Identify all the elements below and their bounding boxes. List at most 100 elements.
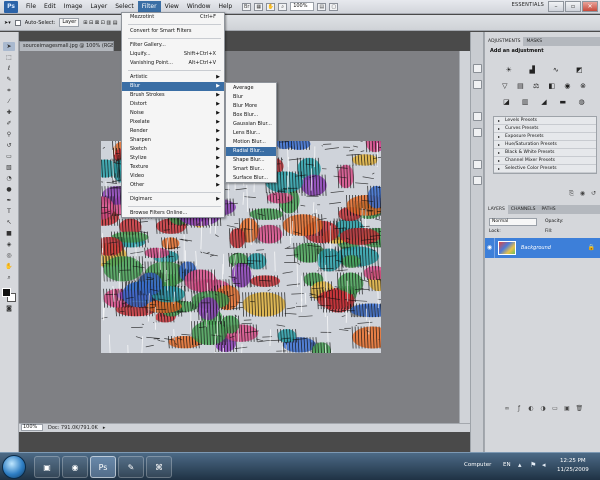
zoom-tool-icon[interactable]: ⌕ bbox=[3, 273, 15, 282]
menu-item-filter-gallery[interactable]: Filter Gallery... bbox=[122, 41, 224, 50]
visibility-icon[interactable]: ◉ bbox=[579, 190, 586, 197]
preset-black-white[interactable]: Black & White Presets bbox=[494, 149, 596, 157]
maximize-icon[interactable]: ▫ bbox=[565, 1, 581, 12]
zoom-level-field[interactable]: 100% bbox=[290, 2, 315, 11]
menu-file[interactable]: File bbox=[22, 1, 40, 13]
black-white-icon[interactable]: ◧ bbox=[547, 82, 556, 91]
blur-item-lens-blur[interactable]: Lens Blur... bbox=[226, 129, 276, 138]
lasso-tool-icon[interactable]: ℓ bbox=[3, 64, 15, 73]
document-tab[interactable]: sourceimagesmall.jpg @ 100% (RGB/8#) bbox=[19, 41, 114, 51]
menu-item-render[interactable]: Render ▶ bbox=[122, 127, 224, 136]
blur-item-smart-blur[interactable]: Smart Blur... bbox=[226, 165, 276, 174]
exposure-icon[interactable]: ◩ bbox=[575, 66, 584, 75]
paragraph-panel-icon[interactable] bbox=[473, 128, 482, 137]
preset-channel-mixer[interactable]: Channel Mixer Presets bbox=[494, 157, 596, 165]
quick-select-tool-icon[interactable]: ✎ bbox=[3, 75, 15, 84]
history-brush-tool-icon[interactable]: ↺ bbox=[3, 141, 15, 150]
status-arrow-icon[interactable]: ▸ bbox=[103, 425, 106, 431]
new-layer-icon[interactable]: ▣ bbox=[564, 405, 571, 412]
flag-tray-icon[interactable]: ⚑ bbox=[530, 461, 536, 469]
clock-time[interactable]: 12:25 PM bbox=[560, 458, 586, 464]
menu-item-noise[interactable]: Noise ▶ bbox=[122, 109, 224, 118]
close-icon[interactable]: ✕ bbox=[582, 1, 598, 12]
menu-item-liquify[interactable]: Liquify... Shift+Ctrl+X bbox=[122, 50, 224, 59]
menu-item-distort[interactable]: Distort ▶ bbox=[122, 100, 224, 109]
selective-color-icon[interactable]: ◍ bbox=[577, 98, 586, 107]
blur-item-average[interactable]: Average bbox=[226, 84, 276, 93]
volume-tray-icon[interactable]: ◂ bbox=[542, 461, 546, 469]
preset-curves[interactable]: Curves Presets bbox=[494, 125, 596, 133]
curves-icon[interactable]: ∿ bbox=[551, 66, 560, 75]
status-zoom-field[interactable]: 100% bbox=[21, 424, 43, 431]
preset-selective-color[interactable]: Selective Color Presets bbox=[494, 165, 596, 173]
brightness-contrast-icon[interactable]: ☀ bbox=[504, 66, 513, 75]
delete-layer-icon[interactable]: 🗑 bbox=[576, 405, 584, 412]
blur-item-gaussian-blur[interactable]: Gaussian Blur... bbox=[226, 120, 276, 129]
menu-select[interactable]: Select bbox=[111, 1, 138, 13]
adjustment-layer-icon[interactable]: ◑ bbox=[540, 405, 547, 412]
path-selection-tool-icon[interactable]: ↖ bbox=[3, 218, 15, 227]
clone-stamp-tool-icon[interactable]: ⚲ bbox=[3, 130, 15, 139]
menu-filter[interactable]: Filter bbox=[137, 0, 161, 13]
reset-icon[interactable]: ↺ bbox=[590, 190, 597, 197]
menu-item-stylize[interactable]: Stylize ▶ bbox=[122, 154, 224, 163]
gradient-tool-icon[interactable]: ▧ bbox=[3, 163, 15, 172]
color-swatches[interactable] bbox=[2, 288, 16, 302]
clock-date[interactable]: 11/25/2009 bbox=[557, 467, 589, 473]
blur-item-blur-more[interactable]: Blur More bbox=[226, 102, 276, 111]
color-balance-icon[interactable]: ⚖ bbox=[532, 82, 541, 91]
blur-item-motion-blur[interactable]: Motion Blur... bbox=[226, 138, 276, 147]
blur-item-surface-blur[interactable]: Surface Blur... bbox=[226, 174, 276, 183]
new-group-icon[interactable]: ▭ bbox=[552, 405, 559, 412]
blend-mode-dropdown[interactable]: Normal bbox=[489, 218, 537, 226]
tab-masks[interactable]: MASKS bbox=[523, 37, 545, 46]
preset-exposure[interactable]: Exposure Presets bbox=[494, 133, 596, 141]
menu-item-brush-strokes[interactable]: Brush Strokes ▶ bbox=[122, 91, 224, 100]
menu-item-convert-smart-filters[interactable]: Convert for Smart Filters bbox=[122, 27, 224, 36]
clip-icon[interactable]: ⎘ bbox=[568, 190, 575, 197]
auto-select-checkbox[interactable] bbox=[14, 19, 21, 26]
menu-item-digimarc[interactable]: Digimarc ▶ bbox=[122, 195, 224, 204]
paint-taskbar-icon[interactable]: ✎ bbox=[118, 456, 144, 478]
tab-paths[interactable]: PATHS bbox=[538, 205, 558, 214]
menu-view[interactable]: View bbox=[161, 1, 183, 13]
menu-help[interactable]: Help bbox=[215, 1, 237, 13]
preset-hue-saturation[interactable]: Hue/Saturation Presets bbox=[494, 141, 596, 149]
eyedropper-tool-icon[interactable]: ⁄ bbox=[3, 97, 15, 106]
foreground-color-swatch[interactable] bbox=[2, 288, 11, 297]
vertical-scrollbar[interactable] bbox=[459, 51, 470, 423]
launch-bridge-icon[interactable]: Br bbox=[242, 2, 252, 11]
tab-adjustments[interactable]: ADJUSTMENTS bbox=[485, 37, 524, 46]
network-tray-icon[interactable]: ▴ bbox=[518, 461, 522, 469]
navigator-panel-icon[interactable] bbox=[473, 160, 482, 169]
channel-mixer-icon[interactable]: ⊗ bbox=[579, 82, 588, 91]
blur-tool-icon[interactable]: ◔ bbox=[3, 174, 15, 183]
guides-icon[interactable]: ▦ bbox=[254, 2, 264, 11]
invert-icon[interactable]: ◪ bbox=[502, 98, 511, 107]
menu-item-video[interactable]: Video ▶ bbox=[122, 172, 224, 181]
tab-channels[interactable]: CHANNELS bbox=[508, 205, 539, 214]
layer-mask-icon[interactable]: ◐ bbox=[528, 405, 535, 412]
screen-mode-icon[interactable]: ▢ bbox=[329, 2, 339, 11]
align-buttons-icon[interactable]: ⊞ ⊟ ⊠ ⊡ ▥ ▤ bbox=[83, 20, 117, 26]
link-layers-icon[interactable]: ∞ bbox=[504, 405, 511, 412]
menu-item-sketch[interactable]: Sketch ▶ bbox=[122, 145, 224, 154]
explorer-taskbar-icon[interactable]: ▣ bbox=[34, 456, 60, 478]
language-indicator[interactable]: EN bbox=[503, 462, 511, 468]
menu-item-browse-filters-online[interactable]: Browse Filters Online... bbox=[122, 209, 224, 218]
arrange-documents-icon[interactable]: ▤ bbox=[317, 2, 327, 11]
menu-layer[interactable]: Layer bbox=[86, 1, 111, 13]
menu-image[interactable]: Image bbox=[60, 1, 87, 13]
menu-item-vanishing-point[interactable]: Vanishing Point... Alt+Ctrl+V bbox=[122, 59, 224, 68]
workspace-switcher[interactable]: ESSENTIALS bbox=[512, 2, 544, 8]
dodge-tool-icon[interactable]: ● bbox=[3, 185, 15, 194]
actions-panel-icon[interactable] bbox=[473, 80, 482, 89]
shape-tool-icon[interactable]: ■ bbox=[3, 229, 15, 238]
character-panel-icon[interactable] bbox=[473, 112, 482, 121]
quick-mask-icon[interactable]: ◙ bbox=[3, 304, 15, 313]
hand-icon[interactable]: ✋ bbox=[266, 2, 276, 11]
menu-item-artistic[interactable]: Artistic ▶ bbox=[122, 73, 224, 82]
threshold-icon[interactable]: ◢ bbox=[539, 98, 548, 107]
auto-select-dropdown[interactable]: Layer bbox=[59, 18, 80, 27]
brush-tool-icon[interactable]: ✐ bbox=[3, 119, 15, 128]
